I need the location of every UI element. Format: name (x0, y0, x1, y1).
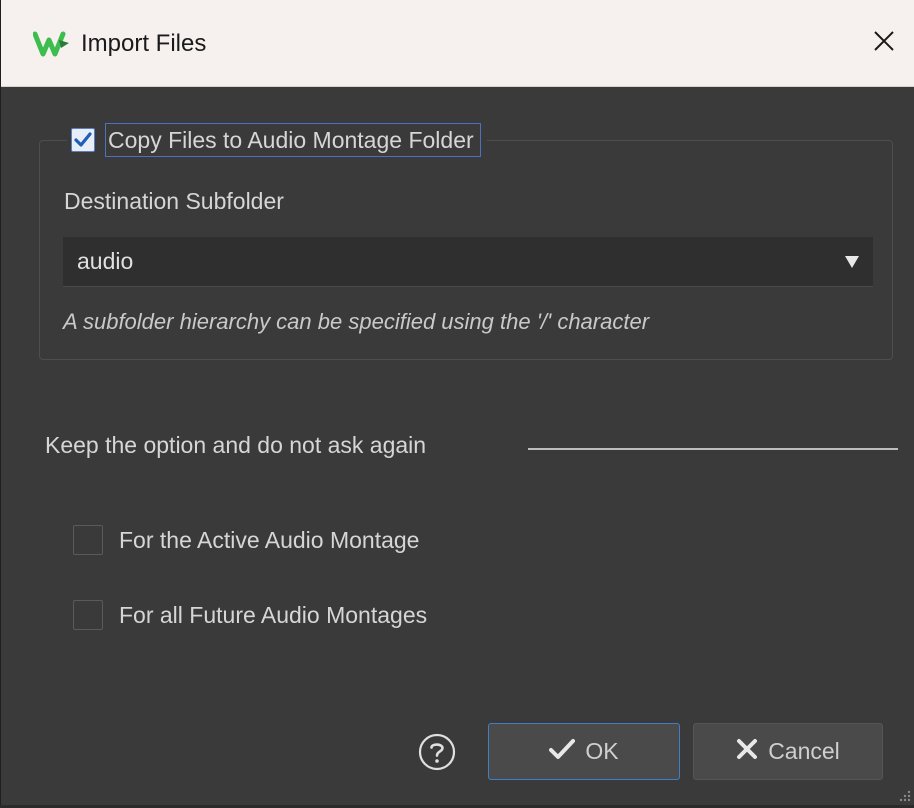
cancel-button[interactable]: Cancel (693, 723, 883, 780)
subfolder-hint: A subfolder hierarchy can be specified u… (63, 309, 650, 334)
destination-subfolder-dropdown[interactable]: audio (63, 237, 873, 287)
resize-grip-icon[interactable] (898, 789, 912, 803)
dropdown-arrow-icon (843, 252, 861, 275)
destination-subfolder-value: audio (77, 248, 134, 274)
active-montage-checkbox[interactable] (73, 525, 103, 555)
wavelab-logo-icon (32, 30, 73, 58)
close-button[interactable] (853, 18, 914, 68)
destination-subfolder-label: Destination Subfolder (64, 188, 284, 214)
ok-button[interactable]: OK (488, 723, 680, 780)
help-button[interactable] (417, 732, 457, 772)
ok-label: OK (585, 738, 619, 764)
close-icon (872, 29, 896, 58)
question-circle-icon (418, 733, 456, 771)
future-montages-checkbox[interactable] (73, 600, 103, 630)
copy-files-checkbox[interactable] (71, 128, 95, 152)
active-montage-label: For the Active Audio Montage (119, 526, 420, 553)
title-bar: Import Files (1, 0, 914, 87)
copy-files-label-focus: Copy Files to Audio Montage Folder (105, 123, 481, 157)
cancel-label: Cancel (768, 738, 840, 764)
option-future-montages[interactable]: For all Future Audio Montages (73, 600, 427, 630)
copy-files-label: Copy Files to Audio Montage Folder (108, 126, 474, 153)
cross-icon (736, 738, 758, 765)
import-files-dialog: Import Files Copy Files to Audio Montage… (0, 0, 914, 805)
future-montages-label: For all Future Audio Montages (119, 601, 428, 628)
keep-option-heading: Keep the option and do not ask again (45, 432, 427, 458)
copy-files-toggle[interactable]: Copy Files to Audio Montage Folder (67, 123, 487, 157)
option-active-montage[interactable]: For the Active Audio Montage (73, 525, 419, 555)
heading-divider (528, 448, 898, 450)
checkmark-icon (74, 132, 92, 147)
checkmark-icon (549, 738, 576, 765)
window-title: Import Files (81, 30, 207, 57)
